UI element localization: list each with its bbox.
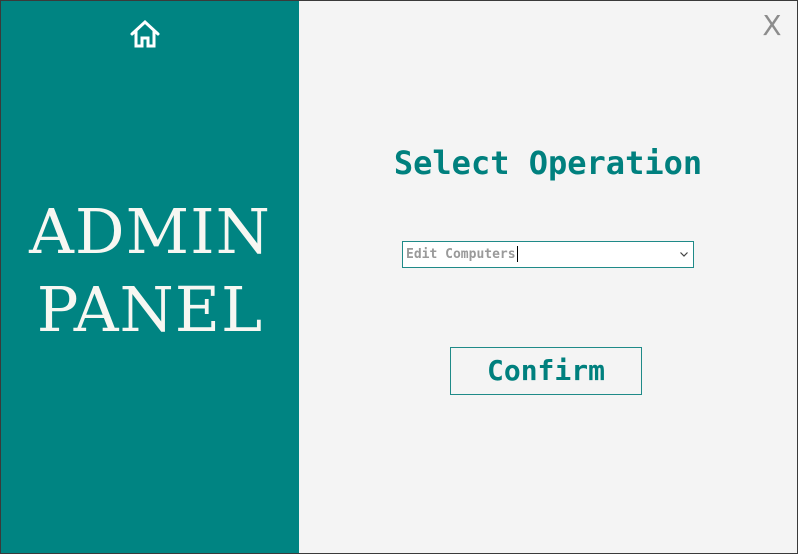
- text-caret: [516, 245, 518, 262]
- brand-title-line1: ADMIN: [29, 195, 271, 268]
- home-icon: [130, 19, 160, 48]
- confirm-button[interactable]: Confirm: [450, 347, 642, 395]
- page-title: Select Operation: [393, 144, 703, 182]
- admin-panel-window: ADMIN PANEL X Select Operation Edit Comp…: [0, 0, 798, 554]
- main-panel: X Select Operation Edit Computers Confir…: [299, 1, 797, 553]
- brand-title-line2: PANEL: [36, 273, 264, 346]
- chevron-down-icon[interactable]: [679, 249, 689, 259]
- home-button[interactable]: [128, 18, 162, 50]
- operation-select-text: Edit Computers: [406, 247, 516, 262]
- operation-select[interactable]: Edit Computers: [402, 241, 694, 268]
- operation-select-value[interactable]: Edit Computers: [406, 242, 518, 267]
- sidebar: ADMIN PANEL: [1, 1, 299, 553]
- brand-title: ADMIN PANEL: [1, 193, 299, 349]
- close-button[interactable]: X: [759, 9, 785, 43]
